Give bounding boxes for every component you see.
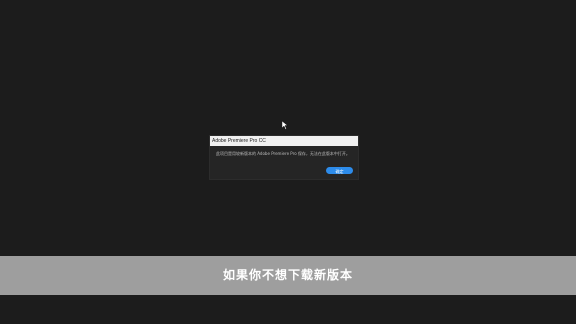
dialog-title: Adobe Premiere Pro CC — [210, 136, 358, 146]
error-dialog: Adobe Premiere Pro CC 此项目是用较新版本的 Adobe P… — [210, 136, 358, 179]
arrow-cursor-icon — [282, 121, 288, 130]
dialog-message: 此项目是用较新版本的 Adobe Premiere Pro 保存，无法在此版本中… — [216, 151, 350, 156]
ok-button[interactable]: 确定 — [326, 167, 353, 174]
subtitle-caption: 如果你不想下载新版本 — [222, 268, 353, 282]
